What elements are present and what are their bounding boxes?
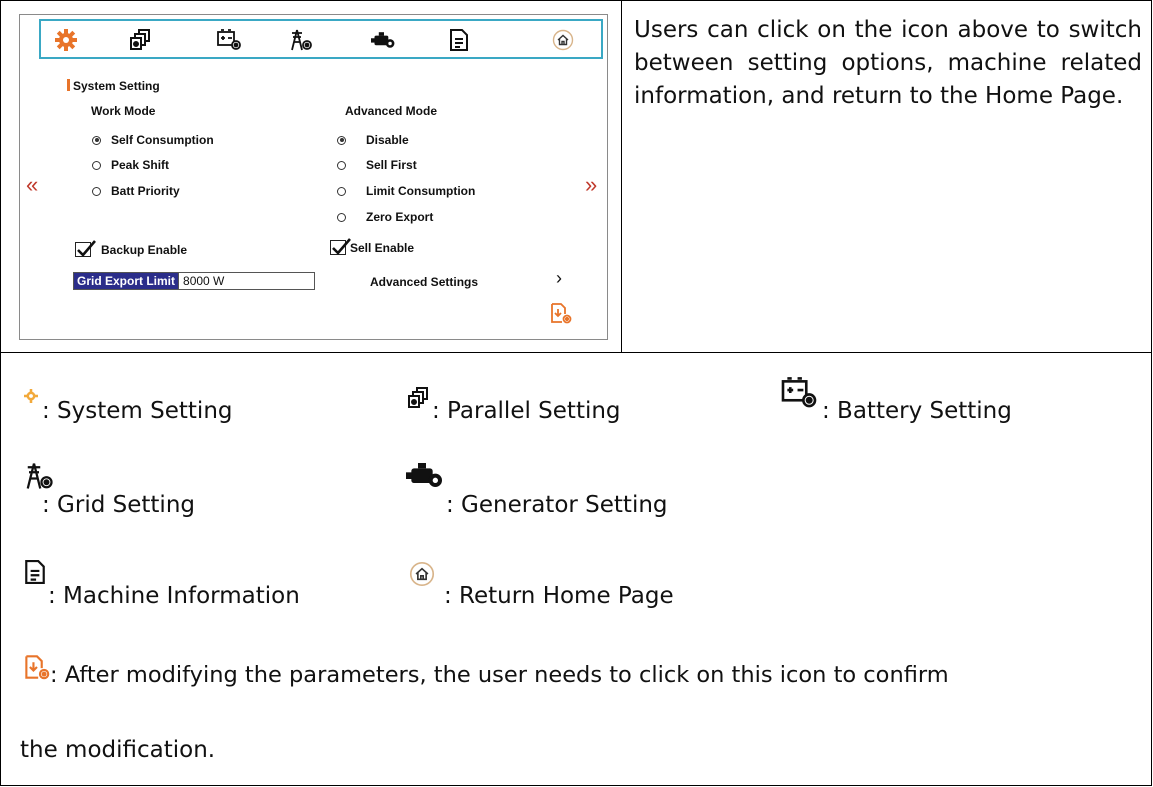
radio-indicator[interactable] [337, 212, 346, 222]
radio-self-consumption[interactable]: Self Consumption [92, 133, 214, 147]
legend-confirm-line-1: : After modifying the parameters, the us… [50, 662, 949, 688]
checkmark-icon [77, 240, 96, 257]
generator-icon[interactable] [371, 28, 397, 52]
legend-battery-setting: : Battery Setting [822, 398, 1012, 424]
battery-gear-icon [780, 377, 818, 413]
legend-generator-setting: : Generator Setting [446, 492, 668, 518]
grid-export-limit-field[interactable]: Grid Export Limit 8000 W [73, 272, 315, 290]
legend-grid-setting: : Grid Setting [42, 492, 195, 518]
legend-parallel-setting: : Parallel Setting [432, 398, 621, 424]
gear-icon[interactable] [53, 28, 79, 52]
prev-page-arrow[interactable]: « [26, 174, 38, 196]
confirm-save-icon[interactable] [550, 302, 572, 327]
settings-tab-bar [39, 19, 603, 59]
checkbox-label: Backup Enable [101, 242, 188, 257]
radio-sell-first[interactable]: Sell First [337, 158, 417, 172]
checkmark-icon [332, 238, 351, 255]
work-mode-heading: Work Mode [91, 104, 156, 118]
radio-limit-consumption[interactable]: Limit Consumption [337, 184, 475, 198]
legend-confirm-line-2: the modification. [20, 737, 216, 763]
grid-tower-icon [24, 461, 54, 495]
radio-peak-shift[interactable]: Peak Shift [92, 158, 169, 172]
settings-screenshot: System Setting Work Mode Advanced Mode S… [19, 14, 608, 340]
home-icon [409, 561, 435, 591]
legend-return-home-page: : Return Home Page [444, 583, 674, 609]
advanced-mode-heading: Advanced Mode [345, 104, 438, 118]
radio-indicator[interactable] [92, 160, 101, 170]
sell-enable-checkbox[interactable]: Sell Enable [330, 238, 415, 255]
table-divider-horizontal [0, 352, 1152, 353]
legend-system-setting: : System Setting [42, 398, 233, 424]
home-icon[interactable] [550, 28, 576, 52]
table-divider-vertical [621, 0, 622, 352]
radio-batt-priority[interactable]: Batt Priority [92, 184, 180, 198]
radio-selected-indicator[interactable] [337, 135, 346, 145]
radio-disable[interactable]: Disable [337, 133, 409, 147]
section-title: System Setting [67, 79, 160, 93]
confirm-save-icon [24, 654, 50, 684]
grid-tower-icon[interactable] [288, 28, 314, 52]
battery-gear-icon[interactable] [216, 28, 242, 52]
gear-icon [24, 388, 38, 407]
radio-indicator[interactable] [337, 186, 346, 196]
next-page-arrow[interactable]: » [585, 174, 597, 196]
radio-label: Batt Priority [111, 184, 180, 198]
document-icon [24, 560, 46, 588]
grid-export-limit-label: Grid Export Limit [74, 273, 180, 289]
checkbox-label: Sell Enable [350, 240, 415, 255]
document-icon[interactable] [446, 28, 472, 52]
legend-machine-information: : Machine Information [48, 583, 300, 609]
generator-icon [406, 460, 446, 494]
checkbox-box[interactable] [75, 240, 96, 257]
radio-label: Self Consumption [111, 133, 214, 147]
radio-indicator[interactable] [337, 160, 346, 170]
radio-zero-export[interactable]: Zero Export [337, 210, 433, 224]
radio-selected-indicator[interactable] [92, 135, 101, 145]
parallel-icon[interactable] [127, 28, 153, 52]
grid-export-limit-value[interactable]: 8000 W [179, 274, 224, 288]
radio-label: Disable [366, 133, 409, 147]
checkbox-box[interactable] [330, 238, 351, 255]
radio-label: Limit Consumption [366, 184, 476, 198]
chevron-right-icon[interactable]: › [556, 268, 562, 289]
backup-enable-checkbox[interactable]: Backup Enable [75, 240, 188, 257]
description-text: Users can click on the icon above to swi… [634, 17, 1142, 109]
parallel-icon [407, 387, 429, 413]
radio-label: Zero Export [366, 210, 434, 224]
radio-label: Sell First [366, 158, 417, 172]
radio-label: Peak Shift [111, 158, 170, 172]
advanced-settings-link[interactable]: Advanced Settings [370, 275, 478, 289]
radio-indicator[interactable] [92, 186, 101, 196]
